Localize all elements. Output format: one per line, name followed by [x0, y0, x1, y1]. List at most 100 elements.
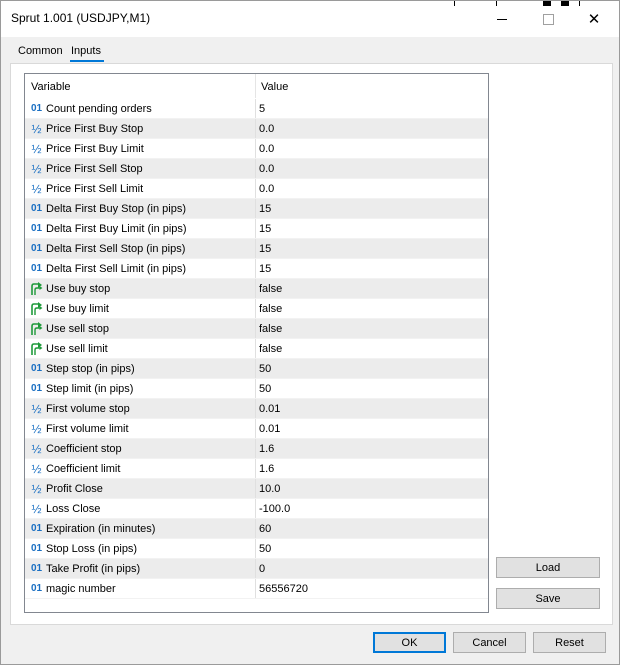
- table-row[interactable]: Use sell stop false: [25, 319, 488, 339]
- column-header-value[interactable]: Value: [261, 81, 288, 93]
- window-title: Sprut 1.001 (USDJPY,M1): [11, 11, 151, 25]
- variable-name: Count pending orders: [46, 103, 152, 115]
- variable-name: First volume limit: [46, 423, 129, 435]
- variable-value[interactable]: 50: [259, 379, 271, 399]
- variable-value[interactable]: 1.6: [259, 439, 274, 459]
- variable-value[interactable]: 15: [259, 219, 271, 239]
- inputs-panel: Variable Value 01 Count pending orders 5 ½ P…: [10, 63, 613, 625]
- inputs-table: Variable Value 01 Count pending orders 5 ½ P…: [24, 73, 489, 613]
- table-row[interactable]: 01 Delta First Buy Limit (in pips) 15: [25, 219, 488, 239]
- close-button[interactable]: ✕: [571, 1, 617, 37]
- row-divider: [25, 598, 488, 599]
- table-row[interactable]: 01 Delta First Sell Stop (in pips) 15: [25, 239, 488, 259]
- variable-value[interactable]: 0.0: [259, 139, 274, 159]
- bool-type-icon: [29, 279, 44, 299]
- variable-value[interactable]: 10.0: [259, 479, 280, 499]
- variable-value[interactable]: 5: [259, 99, 265, 119]
- cancel-button[interactable]: Cancel: [453, 632, 526, 653]
- table-row[interactable]: 01 Expiration (in minutes) 60: [25, 519, 488, 539]
- load-button[interactable]: Load: [496, 557, 600, 578]
- cell-divider: [255, 359, 256, 379]
- column-divider[interactable]: [255, 74, 256, 98]
- cell-divider: [255, 379, 256, 399]
- table-body: 01 Count pending orders 5 ½ Price First Buy …: [25, 99, 488, 599]
- double-type-icon: ½: [31, 442, 42, 456]
- variable-name: Stop Loss (in pips): [46, 543, 138, 555]
- int-type-icon: 01: [30, 203, 43, 214]
- cell-divider: [255, 159, 256, 179]
- title-bar[interactable]: Sprut 1.001 (USDJPY,M1) ✕: [1, 1, 619, 37]
- reset-button[interactable]: Reset: [533, 632, 606, 653]
- table-row[interactable]: ½ Price First Buy Limit 0.0: [25, 139, 488, 159]
- table-row[interactable]: 01 Step stop (in pips) 50: [25, 359, 488, 379]
- variable-value[interactable]: false: [259, 299, 282, 319]
- variable-value[interactable]: 15: [259, 259, 271, 279]
- table-row[interactable]: ½ Profit Close 10.0: [25, 479, 488, 499]
- int-type-icon: 01: [30, 243, 43, 254]
- cell-divider: [255, 539, 256, 559]
- table-row[interactable]: 01 magic number 56556720: [25, 579, 488, 599]
- cell-divider: [255, 399, 256, 419]
- table-row[interactable]: ½ Coefficient limit 1.6: [25, 459, 488, 479]
- double-type-icon: ½: [31, 162, 42, 176]
- variable-value[interactable]: 0.01: [259, 419, 280, 439]
- tab-inputs[interactable]: Inputs: [71, 45, 101, 57]
- table-row[interactable]: ½ Price First Buy Stop 0.0: [25, 119, 488, 139]
- table-row[interactable]: ½ Loss Close -100.0: [25, 499, 488, 519]
- table-row[interactable]: Use sell limit false: [25, 339, 488, 359]
- maximize-button[interactable]: [525, 1, 571, 37]
- table-row[interactable]: ½ First volume stop 0.01: [25, 399, 488, 419]
- variable-value[interactable]: 0.0: [259, 159, 274, 179]
- table-row[interactable]: ½ Price First Sell Stop 0.0: [25, 159, 488, 179]
- minimize-button[interactable]: [479, 1, 525, 37]
- double-type-icon: ½: [31, 182, 42, 196]
- variable-value[interactable]: 0: [259, 559, 265, 579]
- variable-value[interactable]: 0.01: [259, 399, 280, 419]
- table-row[interactable]: Use buy stop false: [25, 279, 488, 299]
- table-row[interactable]: 01 Delta First Sell Limit (in pips) 15: [25, 259, 488, 279]
- double-type-icon: ½: [31, 142, 42, 156]
- table-row[interactable]: Use buy limit false: [25, 299, 488, 319]
- int-type-icon: 01: [30, 523, 43, 534]
- table-row[interactable]: ½ First volume limit 0.01: [25, 419, 488, 439]
- variable-value[interactable]: false: [259, 319, 282, 339]
- double-type-icon: ½: [31, 502, 42, 516]
- table-row[interactable]: 01 Count pending orders 5: [25, 99, 488, 119]
- int-type-icon: 01: [30, 583, 43, 594]
- table-row[interactable]: ½ Price First Sell Limit 0.0: [25, 179, 488, 199]
- table-row[interactable]: 01 Stop Loss (in pips) 50: [25, 539, 488, 559]
- cell-divider: [255, 279, 256, 299]
- variable-value[interactable]: -100.0: [259, 499, 290, 519]
- ok-button[interactable]: OK: [373, 632, 446, 653]
- variable-name: Use buy limit: [46, 303, 109, 315]
- bool-type-icon: [29, 299, 44, 319]
- bool-type-icon: [29, 339, 44, 359]
- cell-divider: [255, 439, 256, 459]
- column-header-variable[interactable]: Variable: [31, 81, 71, 93]
- variable-name: Price First Sell Limit: [46, 183, 144, 195]
- table-row[interactable]: 01 Step limit (in pips) 50: [25, 379, 488, 399]
- tab-common[interactable]: Common: [18, 45, 63, 57]
- variable-value[interactable]: 15: [259, 199, 271, 219]
- variable-value[interactable]: 1.6: [259, 459, 274, 479]
- table-row[interactable]: 01 Take Profit (in pips) 0: [25, 559, 488, 579]
- int-type-icon: 01: [30, 563, 43, 574]
- cell-divider: [255, 479, 256, 499]
- int-type-icon: 01: [30, 363, 43, 374]
- variable-value[interactable]: 0.0: [259, 179, 274, 199]
- variable-value[interactable]: 56556720: [259, 579, 308, 599]
- cell-divider: [255, 259, 256, 279]
- variable-value[interactable]: false: [259, 279, 282, 299]
- variable-value[interactable]: 60: [259, 519, 271, 539]
- save-button[interactable]: Save: [496, 588, 600, 609]
- variable-name: Price First Sell Stop: [46, 163, 143, 175]
- variable-value[interactable]: 0.0: [259, 119, 274, 139]
- variable-value[interactable]: 15: [259, 239, 271, 259]
- table-row[interactable]: 01 Delta First Buy Stop (in pips) 15: [25, 199, 488, 219]
- cell-divider: [255, 339, 256, 359]
- variable-value[interactable]: 50: [259, 359, 271, 379]
- variable-value[interactable]: 50: [259, 539, 271, 559]
- table-row[interactable]: ½ Coefficient stop 1.6: [25, 439, 488, 459]
- variable-name: Profit Close: [46, 483, 103, 495]
- variable-value[interactable]: false: [259, 339, 282, 359]
